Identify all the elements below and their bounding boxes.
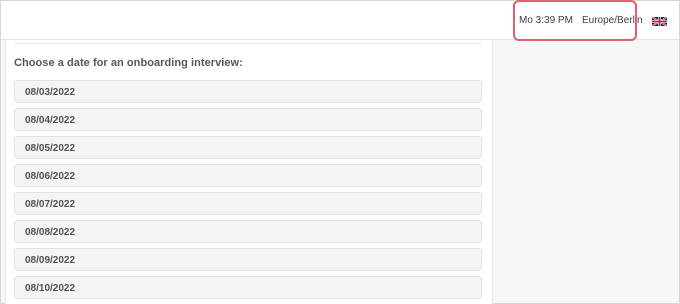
date-question-heading: Choose a date for an onboarding intervie… xyxy=(14,57,243,69)
date-option-label: 08/09/2022 xyxy=(25,255,76,266)
date-option-label: 08/08/2022 xyxy=(25,227,76,238)
date-option[interactable]: 08/06/2022 xyxy=(14,164,482,187)
uk-flag-icon[interactable] xyxy=(652,17,667,26)
date-option-label: 08/10/2022 xyxy=(25,283,76,294)
date-option[interactable]: 08/05/2022 xyxy=(14,136,482,159)
divider xyxy=(14,43,482,44)
date-option-label: 08/06/2022 xyxy=(25,171,76,182)
date-option-label: 08/07/2022 xyxy=(25,199,76,210)
date-option[interactable]: 08/10/2022 xyxy=(14,276,482,299)
date-option-label: 08/05/2022 xyxy=(25,143,76,154)
time-timezone-highlight xyxy=(513,0,637,41)
date-option[interactable]: 08/04/2022 xyxy=(14,108,482,131)
date-option[interactable]: 08/03/2022 xyxy=(14,80,482,103)
date-option[interactable]: 08/08/2022 xyxy=(14,220,482,243)
date-option[interactable]: 08/07/2022 xyxy=(14,192,482,215)
date-option[interactable]: 08/09/2022 xyxy=(14,248,482,271)
date-option-label: 08/04/2022 xyxy=(25,115,76,126)
date-option-label: 08/03/2022 xyxy=(25,87,76,98)
